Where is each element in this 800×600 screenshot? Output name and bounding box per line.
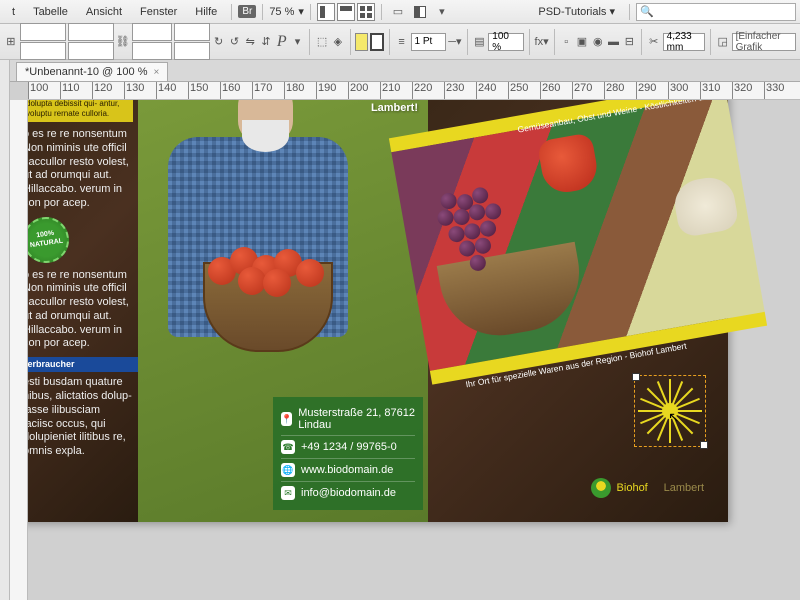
chevron-down-icon[interactable]: ▾ [432,2,452,22]
select-content-icon[interactable]: ◈ [331,32,345,52]
tab-close-icon[interactable]: × [153,67,159,78]
wrap-column-icon[interactable]: ⊟ [622,32,636,52]
corner-options-icon[interactable]: ◲ [716,32,730,52]
menu-hilfe[interactable]: Hilfe [187,3,225,21]
contact-card[interactable]: 📍Musterstraße 21, 87612 Lindau ☎+49 1234… [273,397,423,510]
biohof-logo[interactable]: Biohof Lambert [591,478,704,498]
workspace-switcher[interactable]: PSD-Tutorials ▾ [530,2,623,21]
phone-icon: ☎ [281,440,295,454]
stroke-weight-field[interactable]: 1 Pt [411,33,447,51]
tab-title-label: *Unbenannt-10 @ 100 % [25,66,147,78]
yellow-callout[interactable]: dolupta debissit qui- antur, voluptu rer… [28,100,133,122]
farmer-photo[interactable] [138,100,358,402]
mail-icon: ✉ [281,486,295,500]
stroke-swatch[interactable] [370,33,384,51]
paragraph-style-icon[interactable]: P [275,32,289,52]
view-mode-preview-icon[interactable] [337,3,355,21]
leaf-logo-icon [591,478,611,498]
menu-ansicht[interactable]: Ansicht [78,3,130,21]
workspace: *Unbenannt-10 @ 100 % × .workspace{top:6… [10,60,800,600]
toolbox[interactable] [0,60,10,600]
diagonal-photo-frame[interactable] [389,100,767,385]
y-field[interactable] [20,42,66,60]
scale-y-field[interactable] [132,42,172,60]
wrap-bounding-icon[interactable]: ▣ [575,32,589,52]
menu-fenster[interactable]: Fenster [132,3,185,21]
stroke-style-icon[interactable]: ─▾ [448,32,462,52]
select-container-icon[interactable]: ⬚ [315,32,329,52]
flip-v-icon[interactable]: ⇵ [259,32,273,52]
wrap-shape-icon[interactable]: ◉ [591,32,605,52]
phone-row[interactable]: ☎+49 1234 / 99765-0 [281,436,415,459]
rotate-ccw-icon[interactable]: ↺ [228,32,242,52]
screen-mode-icon[interactable]: ▭ [388,2,408,22]
brochure-right-panel[interactable]: GLC [428,100,728,522]
search-input[interactable]: 🔍 [636,3,796,21]
verbraucher-heading[interactable]: Verbraucher [28,357,138,372]
flip-h-icon[interactable]: ⇋ [243,32,257,52]
brochure-left-panel[interactable]: dolupta debissit qui- antur, voluptu rer… [28,100,138,522]
document-tabs-bar: *Unbenannt-10 @ 100 % × [10,60,800,82]
wrap-jump-icon[interactable]: ▬ [607,32,621,52]
link-wh-icon[interactable]: ⛓ [116,32,130,52]
chevron-down-icon[interactable]: ▾ [291,32,305,52]
measure-field[interactable]: 4,233 mm [663,33,705,51]
menu-tabelle[interactable]: Tabelle [25,3,76,21]
wrap-none-icon[interactable]: ▫ [559,32,573,52]
brochure-middle-panel[interactable]: mit Lambert! 📍Musterstraße 21, 87612 Lin… [138,100,428,522]
control-toolbar: ⊞ ⛓ ↻ ↺ ⇋ ⇵ P ▾ ⬚ ◈ ≡ 1 Pt ─▾ ▤ 100 % fx… [0,24,800,60]
horizontal-ruler[interactable]: 1001101201301401501601701801902002102202… [28,82,800,100]
search-icon: 🔍 [640,5,654,18]
effects-icon[interactable]: fx▾ [535,32,549,52]
menu-bar: t Tabelle Ansicht Fenster Hilfe Br 75 %▾… [0,0,800,24]
natural-stamp-icon[interactable]: 100% NATURAL [28,214,72,266]
zoom-dropdown[interactable]: 75 %▾ [269,5,304,18]
body-text-1[interactable]: o es re re nonsentum Non niminis ute off… [28,128,133,211]
w-field[interactable] [68,23,114,41]
view-mode-normal-icon[interactable] [317,3,335,21]
cursor-arrow-icon: ↖ [668,409,680,426]
menu-t[interactable]: t [4,3,23,21]
h-field[interactable] [68,42,114,60]
chevron-down-icon: ▾ [298,5,304,18]
hero-heading[interactable]: mit Lambert! [371,100,418,114]
stroke-weight-icon: ≡ [395,32,409,52]
arrange-icon[interactable] [410,2,430,22]
crop-icon[interactable]: ✂ [647,32,661,52]
document-tab-active[interactable]: *Unbenannt-10 @ 100 % × [16,62,168,81]
bridge-badge[interactable]: Br [238,5,256,18]
rotate-field[interactable] [174,23,210,41]
sun-object-selected[interactable]: ↖ [634,375,706,447]
rotate-cw-icon[interactable]: ↻ [212,32,226,52]
anchor-ref-icon[interactable]: ⊞ [4,32,18,52]
fill-swatch[interactable] [355,33,368,51]
canvas[interactable]: dolupta debissit qui- antur, voluptu rer… [28,100,800,600]
graphic-mode-field[interactable]: [Einfacher Grafik [732,33,796,51]
vertical-ruler[interactable] [10,100,28,600]
scale-x-field[interactable] [132,23,172,41]
pin-icon: 📍 [281,412,292,426]
shear-field[interactable] [174,42,210,60]
web-row[interactable]: 🌐www.biodomain.de [281,459,415,482]
document-page[interactable]: dolupta debissit qui- antur, voluptu rer… [28,100,728,522]
opacity-field[interactable]: 100 % [488,33,524,51]
address-row[interactable]: 📍Musterstraße 21, 87612 Lindau [281,403,415,436]
globe-icon: 🌐 [281,463,295,477]
body-text-3[interactable]: esti busdam quature nibus, alictatios do… [28,376,133,459]
x-field[interactable] [20,23,66,41]
percent-icon: ▤ [473,32,487,52]
view-mode-grid-icon[interactable] [357,3,375,21]
mail-row[interactable]: ✉info@biodomain.de [281,482,415,504]
body-text-2[interactable]: o es re re nonsentum Non niminis ute off… [28,269,133,352]
